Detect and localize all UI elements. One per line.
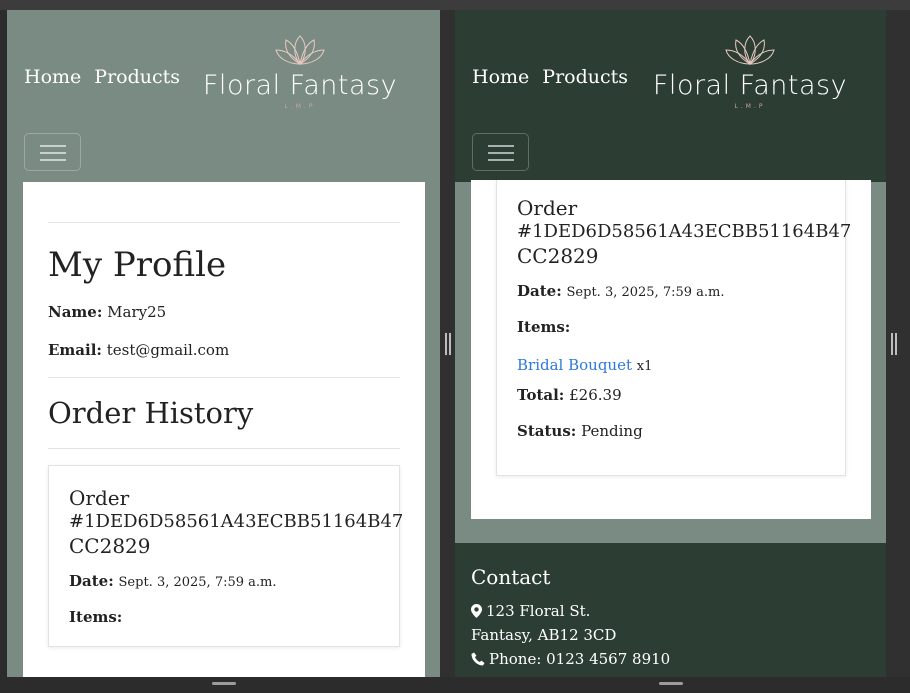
right-preview-pane: Home Products Floral Fantasy L.M.P Order… <box>455 10 886 677</box>
nav-links: Home Products <box>24 66 180 88</box>
bottom-resize-handle[interactable] <box>659 682 683 685</box>
email-value: test@gmail.com <box>106 341 230 359</box>
navbar-toggler-button[interactable] <box>472 133 529 171</box>
profile-name: Name: Mary25 <box>48 303 400 321</box>
order-items-label: Items: <box>517 318 571 336</box>
item-link[interactable]: Bridal Bouquet <box>517 356 632 374</box>
nav-home-link[interactable]: Home <box>472 66 529 88</box>
order-content-scrolled: Order #1DED6D58561A43ECBB51164B47 CC2829… <box>471 180 871 519</box>
name-value: Mary25 <box>107 303 167 321</box>
bottom-resize-bar <box>0 677 910 693</box>
order-total: Total: £26.39 <box>517 386 622 404</box>
pane-divider[interactable] <box>440 10 455 677</box>
pane-divider[interactable] <box>886 10 910 677</box>
order-card: Order #1DED6D58561A43ECBB51164B47 CC2829… <box>496 180 852 476</box>
hamburger-icon <box>40 152 66 154</box>
nav-links: Home Products <box>472 66 628 88</box>
map-pin-icon <box>471 604 482 618</box>
lotus-icon <box>275 35 325 66</box>
hamburger-icon <box>40 145 66 147</box>
item-qty: x1 <box>636 359 653 374</box>
resize-grip-icon[interactable] <box>891 333 897 355</box>
navbar-left: Home Products Floral Fantasy L.M.P <box>7 10 440 182</box>
site-footer: Contact 123 Floral St. Fantasy, AB12 3CD… <box>455 543 886 677</box>
order-date: Date: Sept. 3, 2025, 7:59 a.m. <box>517 282 725 300</box>
navbar-toggler-button[interactable] <box>24 133 81 171</box>
brand-subtitle: L.M.P <box>734 103 766 110</box>
bottom-resize-handle[interactable] <box>212 682 236 685</box>
email-label: Email: <box>48 341 102 359</box>
profile-content: My Profile Name: Mary25 Email: test@gmai… <box>23 182 425 677</box>
order-status: Status: Pending <box>517 422 643 440</box>
divider <box>48 377 400 378</box>
order-items-label: Items: <box>69 608 123 626</box>
left-preview-pane: Home Products Floral Fantasy L.M.P My Pr… <box>7 10 440 677</box>
divider <box>48 448 400 449</box>
footer-title: Contact <box>471 565 551 589</box>
brand-subtitle: L.M.P <box>284 103 316 110</box>
nav-products-link[interactable]: Products <box>542 66 628 88</box>
hamburger-icon <box>488 159 514 161</box>
page-title: My Profile <box>48 245 227 285</box>
hamburger-icon <box>488 145 514 147</box>
brand-name: Floral Fantasy <box>652 70 848 101</box>
resize-grip-icon[interactable] <box>445 333 451 355</box>
brand-logo[interactable]: Floral Fantasy L.M.P <box>645 34 855 110</box>
footer-phone: Phone: 0123 4567 8910 <box>471 647 870 671</box>
hamburger-icon <box>40 159 66 161</box>
brand-name: Floral Fantasy <box>202 70 398 101</box>
nav-home-link[interactable]: Home <box>24 66 81 88</box>
phone-icon <box>471 652 485 666</box>
order-date: Date: Sept. 3, 2025, 7:59 a.m. <box>69 572 277 590</box>
divider <box>48 222 400 223</box>
lotus-icon <box>725 35 775 66</box>
footer-address-1: 123 Floral St. <box>471 599 870 623</box>
name-label: Name: <box>48 303 103 321</box>
footer-address-2: Fantasy, AB12 3CD <box>471 626 617 644</box>
order-title: Order #1DED6D58561A43ECBB51164B47 CC2829 <box>517 196 852 268</box>
section-title: Order History <box>48 396 254 430</box>
nav-products-link[interactable]: Products <box>94 66 180 88</box>
profile-email: Email: test@gmail.com <box>48 341 400 359</box>
order-item: Bridal Bouquet x1 <box>517 356 825 374</box>
brand-logo[interactable]: Floral Fantasy L.M.P <box>195 34 405 110</box>
window-top-bar <box>0 0 910 10</box>
order-card: Order #1DED6D58561A43ECBB51164B47 CC2829… <box>48 465 404 647</box>
order-title: Order #1DED6D58561A43ECBB51164B47 CC2829 <box>69 486 404 558</box>
navbar-right: Home Products Floral Fantasy L.M.P <box>455 10 886 182</box>
hamburger-icon <box>488 152 514 154</box>
